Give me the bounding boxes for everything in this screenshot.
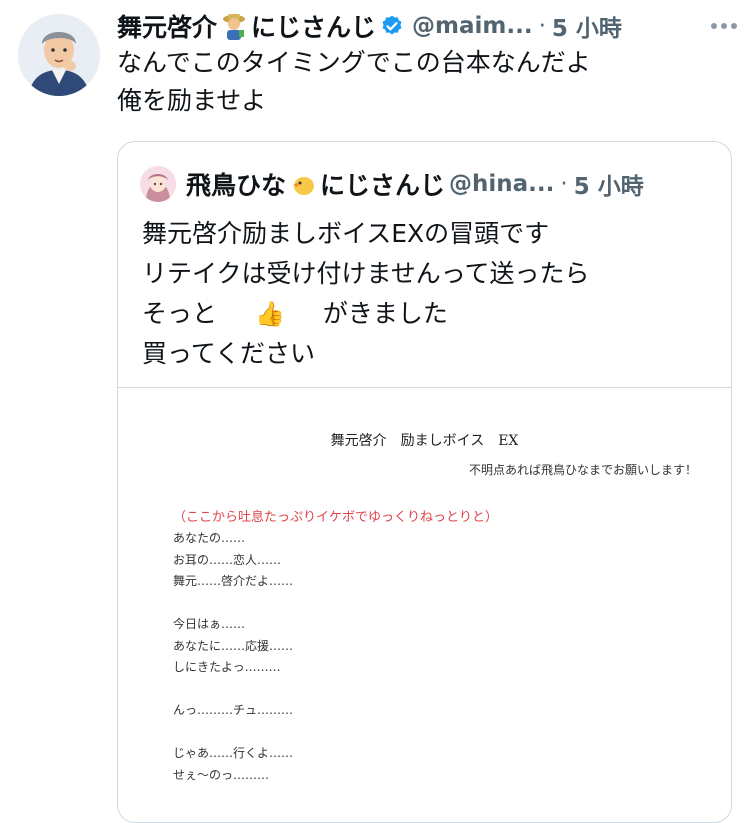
author-avatar[interactable] — [18, 14, 100, 96]
document-lines: あなたの…… お耳の……恋人…… 舞元……啓介だよ…… 今日はぁ…… あなたに…… — [173, 528, 293, 786]
avatar-girl-icon — [140, 166, 176, 202]
quoted-author-avatar[interactable] — [140, 166, 176, 202]
document-note: 不明点あれば飛鳥ひなまでお願いします！ — [468, 463, 697, 477]
quoted-tweet-header: 飛鳥ひな にじさんじ @hina... · 5 小時 — [140, 164, 644, 204]
document-line-blank — [173, 722, 293, 744]
quoted-tweet-text: 舞元啓介励ましボイスEXの冒頭です リテイクは受け付けませんって送ったら そっと… — [142, 214, 712, 374]
tweet-text-line: 俺を励ませよ — [117, 86, 267, 115]
document-line: しにきたよっ……… — [173, 660, 281, 674]
farmer-emoji-icon — [219, 11, 249, 41]
separator-dot: · — [538, 13, 546, 39]
document-line: あなたに……応援…… — [173, 638, 294, 653]
document-line: 今日はぁ…… — [173, 617, 246, 631]
quoted-text-line: リテイクは受け付けませんって送ったら — [142, 259, 590, 288]
quoted-text-line: そっと 👍 がきました — [142, 294, 712, 334]
document-line-blank — [173, 593, 293, 615]
quoted-author-affiliation: にじさんじ — [320, 171, 446, 200]
document-line-blank — [173, 679, 293, 701]
quoted-text-line: 舞元啓介励ましボイスEXの冒頭です — [142, 219, 550, 248]
document-title: 舞元啓介 励ましボイス EX — [330, 433, 519, 449]
quoted-text-fragment: そっと — [142, 299, 218, 328]
document-line: お耳の……恋人…… — [173, 552, 282, 567]
avatar-man-icon — [18, 14, 100, 96]
document-line: せぇ～のっ……… — [173, 767, 270, 782]
thumbs-up-emoji-icon: 👍 — [254, 300, 285, 328]
author-name[interactable]: 舞元啓介 — [117, 8, 217, 44]
tweet-header: 舞元啓介 にじさんじ @maim... · 5 小時 — [117, 8, 740, 44]
document-line: んっ………チュ……… — [173, 703, 294, 717]
tweet-text: なんでこのタイミングでこの台本なんだよ 俺を励ませよ — [117, 44, 717, 120]
quoted-text-line: 買ってください — [142, 339, 316, 368]
separator-dot: · — [560, 171, 568, 197]
quoted-tweet-timestamp[interactable]: 5 小時 — [574, 167, 644, 201]
script-document-image[interactable]: 舞元啓介 励ましボイス EX 不明点あれば飛鳥ひなまでお願いします！ （ここから… — [118, 387, 731, 822]
document-line: あなたの…… — [173, 531, 246, 545]
author-affiliation: にじさんじ — [251, 13, 377, 42]
quoted-author-name[interactable]: 飛鳥ひな — [186, 166, 286, 202]
tweet-text-line: なんでこのタイミングでこの台本なんだよ — [117, 48, 591, 77]
quoted-author-handle[interactable]: @hina... — [449, 171, 554, 197]
author-handle[interactable]: @maim... — [412, 13, 533, 39]
document-line: 舞元……啓介だよ…… — [173, 574, 294, 588]
quoted-tweet-card[interactable]: 飛鳥ひな にじさんじ @hina... · 5 小時 舞元啓介励ましボイスEXの… — [117, 141, 732, 823]
more-icon[interactable] — [708, 10, 740, 42]
quoted-text-fragment: がきました — [322, 299, 448, 328]
document-line: じゃあ……行くよ…… — [173, 746, 294, 760]
tweet-timestamp[interactable]: 5 小時 — [552, 9, 622, 43]
document-stage-direction: （ここから吐息たっぷりイケボでゆっくりねっとりと） — [173, 510, 499, 525]
chick-emoji-icon — [290, 171, 316, 197]
verified-badge-icon — [380, 14, 404, 38]
